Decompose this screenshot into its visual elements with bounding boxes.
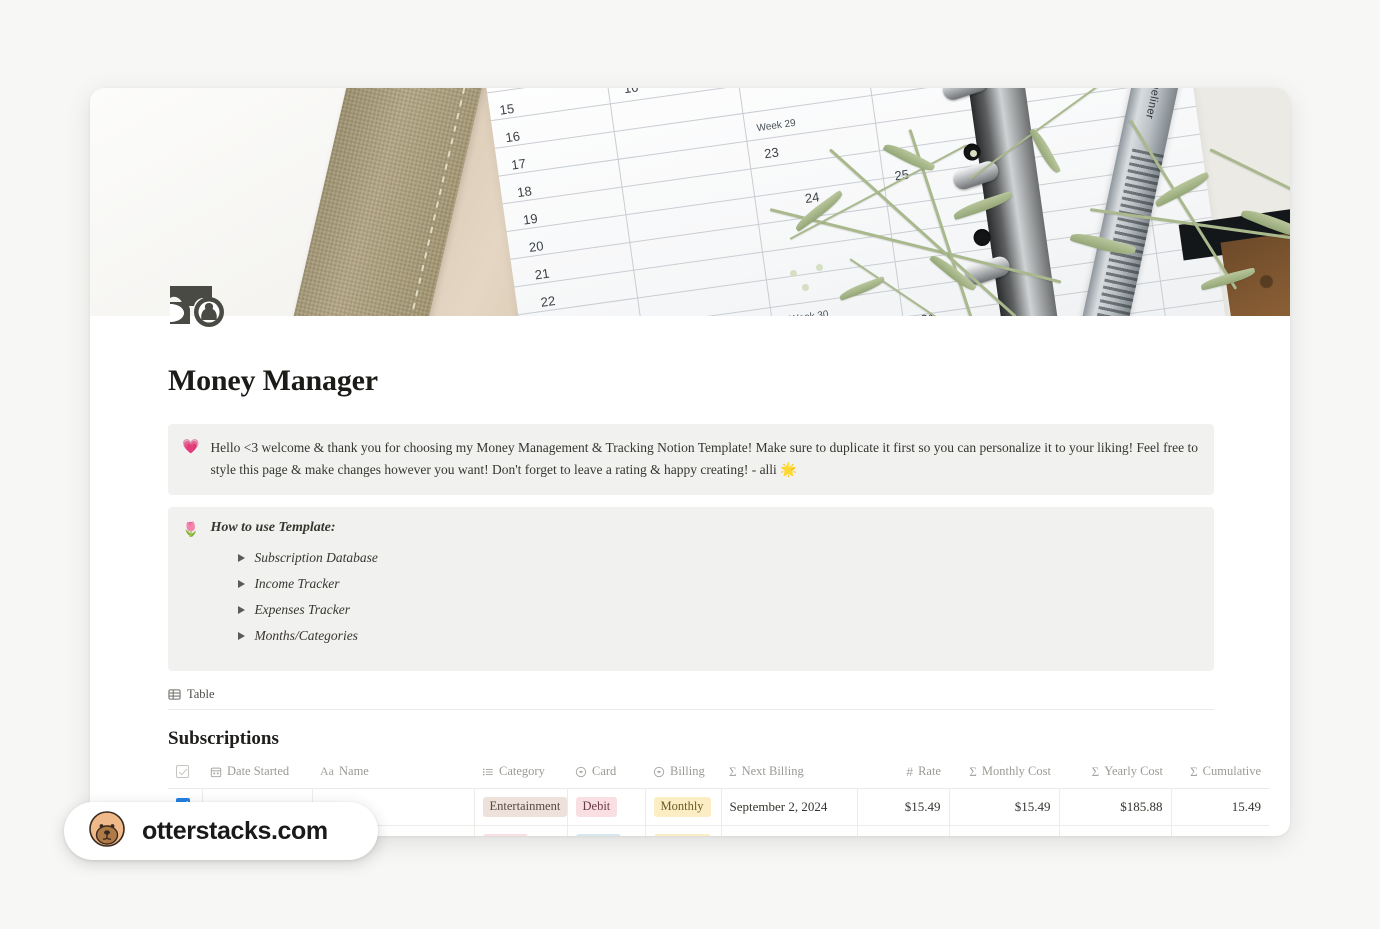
tag-billing[interactable]: Monthly [653, 834, 711, 836]
database-view-tabs: Table [168, 687, 1214, 710]
chevron-right-icon[interactable] [238, 579, 246, 588]
column-label: Name [339, 764, 369, 779]
column-label: Yearly Cost [1104, 764, 1163, 779]
column-label: Monthly Cost [981, 764, 1051, 779]
tab-table[interactable]: Table [168, 687, 215, 702]
column-label: Billing [670, 764, 705, 779]
column-label: Cumulative [1202, 764, 1261, 779]
column-header-name[interactable]: Aa Name [312, 759, 474, 789]
tulip-emoji-icon: 🌷 [182, 522, 200, 538]
column-header-monthly-cost[interactable]: Σ Monthly Cost [949, 759, 1059, 789]
cell-yearly-cost[interactable]: $185.88 [1059, 788, 1172, 827]
cell-billing[interactable]: Monthly [645, 825, 722, 836]
calendar-icon [210, 766, 222, 778]
column-label: Date Started [227, 764, 290, 779]
formula-icon: Σ [1091, 763, 1100, 779]
otter-avatar-icon [86, 808, 128, 855]
tag-category[interactable]: Entertainment [482, 796, 566, 818]
tab-label: Table [187, 686, 215, 701]
column-label: Next Billing [741, 764, 804, 779]
cell-category[interactable]: Music [474, 825, 568, 836]
toggle-subscription-database[interactable]: Subscription Database [210, 545, 1198, 571]
cell-cumulative[interactable]: 6.35 [1171, 825, 1269, 836]
toggle-expenses-tracker[interactable]: Expenses Tracker [210, 597, 1198, 623]
column-header-category[interactable]: Category [474, 759, 567, 789]
column-header-rate[interactable]: # Rate [857, 759, 949, 789]
howto-heading: How to use Template: [210, 519, 336, 535]
page-cover-image[interactable]: 14 15 16 17 18 19 20 21 22 23 24 25 Week… [90, 88, 1290, 316]
column-label: Card [592, 764, 617, 779]
cell-cumulative[interactable]: 15.49 [1171, 788, 1269, 827]
table-icon [168, 688, 181, 701]
tag-category[interactable]: Music [482, 834, 528, 836]
formula-icon: Σ [969, 763, 977, 779]
toggle-label: Subscription Database [254, 549, 378, 565]
tag-card[interactable]: Debit [575, 796, 618, 818]
chevron-right-icon[interactable] [238, 605, 246, 614]
column-label: Rate [918, 764, 941, 779]
formula-icon: Σ [729, 763, 737, 779]
formula-icon: Σ [1190, 763, 1198, 779]
select-icon [575, 766, 587, 778]
watermark-label: otterstacks.com [142, 816, 328, 845]
cell-rate[interactable]: $6.35 [857, 825, 950, 836]
column-header-date-started[interactable]: Date Started [202, 759, 312, 789]
toggle-months-categories[interactable]: Months/Categories [210, 623, 1198, 649]
cell-monthly-cost[interactable]: $6.35 [949, 825, 1060, 836]
cell-category[interactable]: Entertainment [474, 788, 568, 827]
column-header-card[interactable]: Card [567, 759, 645, 789]
column-header-next-billing[interactable]: Σ Next Billing [721, 759, 857, 789]
money-coin-icon[interactable] [168, 284, 226, 328]
multi-select-icon [482, 766, 494, 778]
toggle-label: Months/Categories [254, 627, 358, 643]
tag-billing[interactable]: Monthly [653, 796, 711, 818]
column-header-select[interactable] [168, 759, 202, 789]
page-title: Money Manager [168, 364, 378, 397]
chevron-right-icon[interactable] [238, 631, 246, 640]
cell-next-billing[interactable]: September 2, 2024 [721, 788, 858, 827]
column-header-cumulative[interactable]: Σ Cumulative [1171, 759, 1269, 789]
column-label: Category [499, 764, 545, 779]
toggle-label: Income Tracker [254, 575, 340, 591]
number-icon: # [906, 764, 914, 779]
welcome-callout: 💗 Hello <3 welcome & thank you for choos… [168, 424, 1214, 495]
column-header-yearly-cost[interactable]: Σ Yearly Cost [1059, 759, 1171, 789]
tag-card[interactable]: Credit [575, 834, 621, 836]
column-header-billing[interactable]: Billing [645, 759, 721, 789]
cell-next-billing[interactable]: September 4, 2024 [721, 825, 858, 836]
heart-emoji-icon: 💗 [182, 440, 200, 455]
cell-card[interactable]: Credit [567, 825, 646, 836]
toggle-income-tracker[interactable]: Income Tracker [210, 571, 1198, 597]
select-icon [653, 766, 665, 778]
cell-billing[interactable]: Monthly [645, 788, 722, 827]
toggle-label: Expenses Tracker [254, 601, 351, 617]
howto-callout: 🌷 How to use Template: Subscription Data… [168, 506, 1214, 671]
checkbox-icon[interactable] [176, 765, 189, 779]
screenshot-root: 14 15 16 17 18 19 20 21 22 23 24 25 Week… [0, 0, 1380, 929]
chevron-right-icon[interactable] [238, 553, 246, 562]
cell-card[interactable]: Debit [567, 788, 646, 827]
database-title: Subscriptions [168, 727, 279, 749]
title-icon: Aa [320, 764, 334, 779]
cell-yearly-cost[interactable]: $76.20 [1059, 825, 1172, 836]
cell-monthly-cost[interactable]: $15.49 [949, 788, 1060, 827]
table-header-row: Date Started Aa Name Category Card Billi… [168, 759, 1269, 789]
notion-page-card: 14 15 16 17 18 19 20 21 22 23 24 25 Week… [90, 88, 1290, 836]
otterstacks-watermark[interactable]: otterstacks.com [64, 802, 378, 860]
pen-label: Fineliner [1143, 88, 1165, 121]
welcome-callout-text: Hello <3 welcome & thank you for choosin… [210, 440, 1199, 477]
cell-rate[interactable]: $15.49 [857, 788, 950, 827]
page-body: Money Manager 💗 Hello <3 welcome & thank… [90, 364, 1290, 836]
